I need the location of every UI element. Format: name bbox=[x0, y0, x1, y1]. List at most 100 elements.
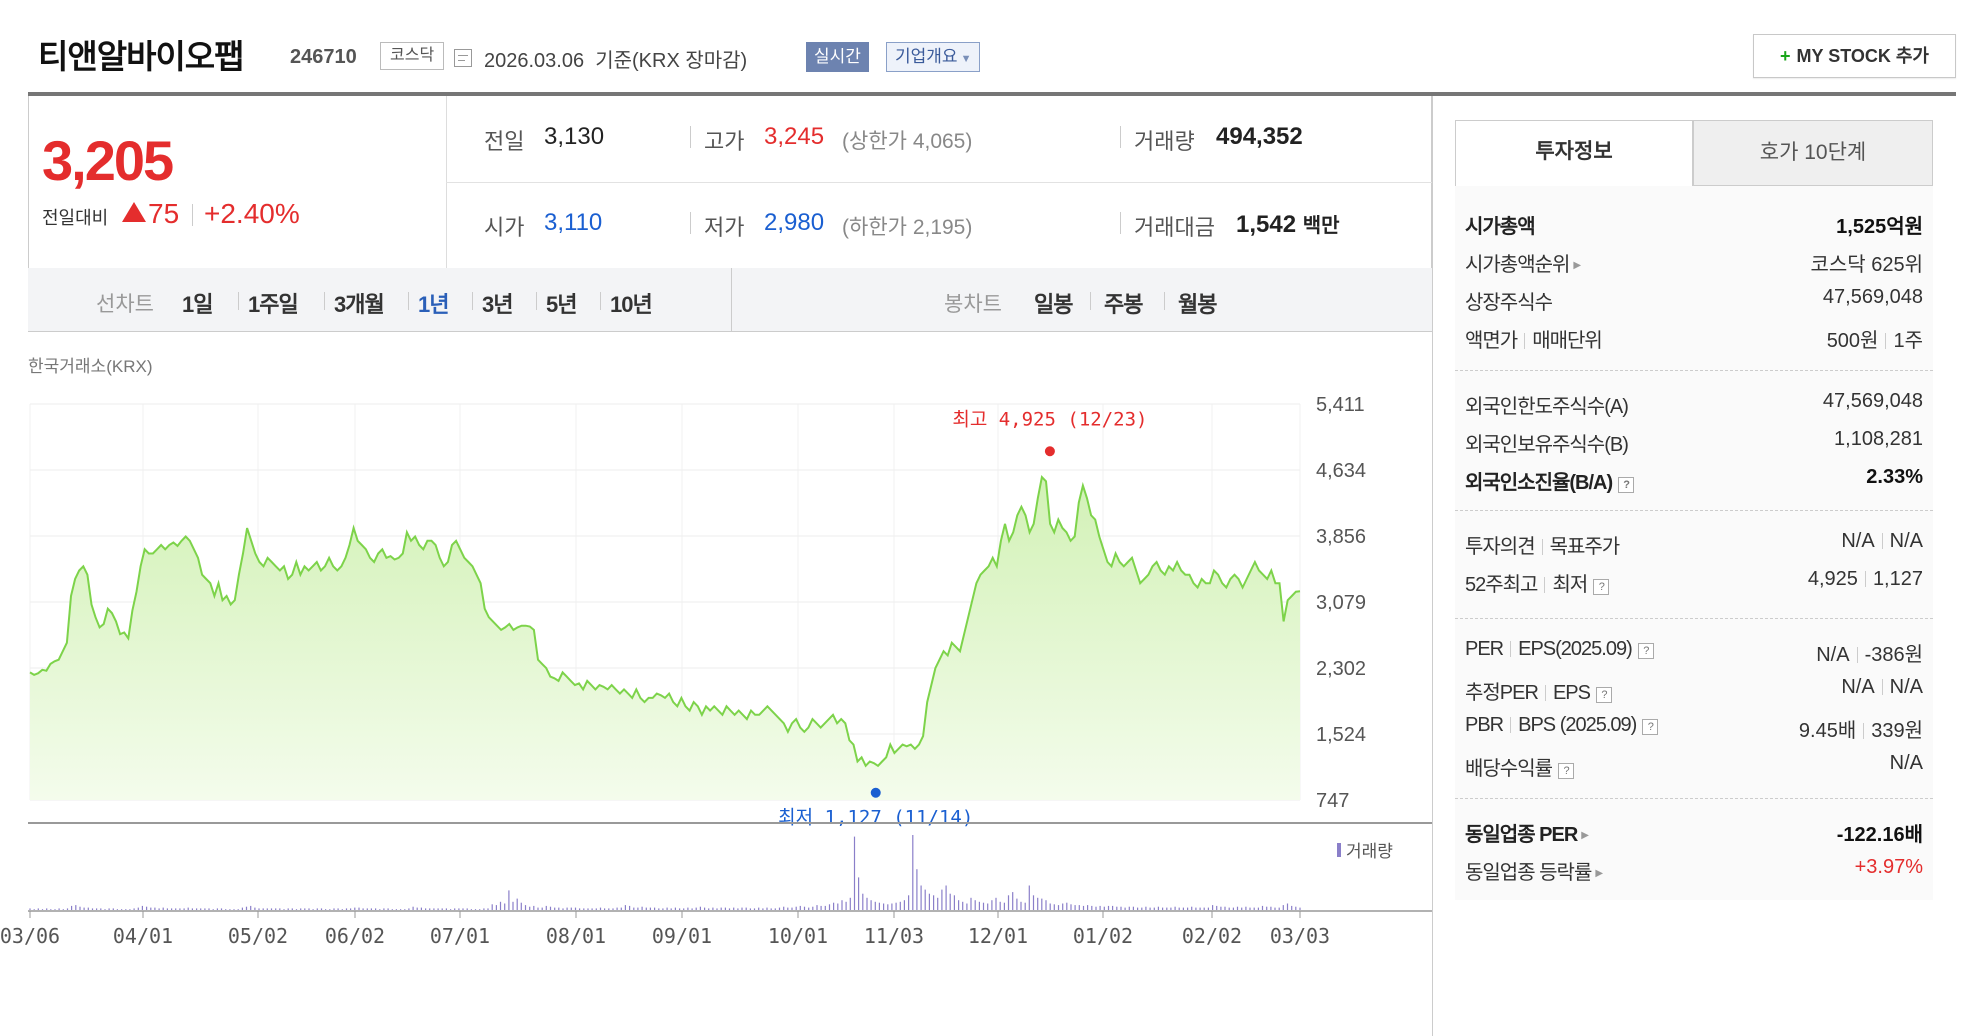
add-my-stock-button[interactable]: + MY STOCK 추가 bbox=[1753, 34, 1956, 78]
calendar-icon bbox=[454, 49, 472, 67]
info-label: 외국인보유주식수(B) bbox=[1465, 428, 1629, 457]
info-value-text: 4,925 bbox=[1807, 568, 1858, 590]
info-label: PER EPS(2025.09)? bbox=[1465, 638, 1654, 661]
help-icon[interactable]: ? bbox=[1595, 687, 1612, 703]
x-tick-label: 04/01 bbox=[113, 924, 173, 948]
low-label: 최저 1,127 (11/14) bbox=[778, 807, 973, 829]
label-separator bbox=[1510, 717, 1512, 733]
volume-legend: 거래량 bbox=[1346, 842, 1393, 861]
quote-separator bbox=[690, 212, 691, 234]
info-row: 외국인소진율(B/A)? 2.33% bbox=[1465, 466, 1923, 502]
info-value-text: 코스닥 625위 bbox=[1810, 254, 1923, 276]
info-label: PBR BPS (2025.09)? bbox=[1465, 714, 1659, 737]
period-6[interactable]: 10년 bbox=[610, 287, 653, 319]
info-label: 외국인한도주식수(A) bbox=[1465, 390, 1629, 419]
content-divider bbox=[1432, 96, 1433, 1036]
info-value-text: 1,108,281 bbox=[1834, 428, 1923, 450]
info-row: 동일업종 등락률 ▶ +3.97% bbox=[1465, 856, 1923, 892]
info-label-text: 추정PER bbox=[1465, 682, 1539, 704]
candle-period-1[interactable]: 주봉 bbox=[1104, 287, 1143, 319]
info-label: 52주최고 최저? bbox=[1465, 568, 1610, 597]
period-2[interactable]: 3개월 bbox=[334, 287, 385, 319]
info-value: +3.97% bbox=[1855, 856, 1923, 879]
info-value: 1,108,281 bbox=[1834, 428, 1923, 451]
arrow-right-icon[interactable]: ▶ bbox=[1595, 868, 1603, 879]
info-label: 동일업종 등락률 ▶ bbox=[1465, 856, 1603, 885]
info-value-text: N/A bbox=[1889, 676, 1923, 698]
period-3[interactable]: 1년 bbox=[418, 287, 450, 319]
volume-legend-swatch bbox=[1337, 843, 1341, 857]
info-value-text: 9.45배 bbox=[1798, 720, 1857, 742]
label-separator bbox=[1544, 577, 1546, 593]
y-tick-label: 747 bbox=[1316, 790, 1349, 812]
info-value-text: 47,569,048 bbox=[1822, 390, 1923, 412]
info-label-text: 매매단위 bbox=[1532, 330, 1603, 352]
info-value-text: -386원 bbox=[1864, 644, 1923, 666]
x-tick-label: 05/02 bbox=[228, 924, 288, 948]
info-label-text: PBR bbox=[1465, 714, 1504, 736]
period-separator bbox=[600, 292, 601, 310]
prev-close-label: 전일 bbox=[484, 129, 525, 154]
help-icon[interactable]: ? bbox=[1558, 763, 1574, 779]
price-area bbox=[30, 477, 1300, 800]
section-divider bbox=[1455, 510, 1933, 511]
info-value-text: 1,127 bbox=[1872, 568, 1923, 590]
info-value: N/A bbox=[1890, 752, 1923, 775]
help-icon[interactable]: ? bbox=[1593, 579, 1610, 595]
info-value-text: N/A bbox=[1889, 752, 1923, 774]
high-value: 3,245 bbox=[764, 123, 825, 150]
value-separator bbox=[1856, 647, 1858, 663]
info-value: 47,569,048 bbox=[1823, 390, 1923, 413]
period-5[interactable]: 5년 bbox=[546, 287, 578, 319]
arrow-right-icon[interactable]: ▶ bbox=[1573, 260, 1581, 271]
period-1[interactable]: 1주일 bbox=[248, 287, 299, 319]
help-icon[interactable]: ? bbox=[1618, 477, 1635, 493]
help-icon[interactable]: ? bbox=[1637, 643, 1654, 659]
candle-period-2[interactable]: 월봉 bbox=[1178, 287, 1217, 319]
info-label-text: 시가총액순위 bbox=[1465, 254, 1570, 276]
upper-limit-label: 상한가 bbox=[849, 130, 907, 153]
value-separator bbox=[1881, 533, 1883, 549]
section-divider bbox=[1455, 618, 1933, 619]
stock-code: 246710 bbox=[290, 46, 357, 68]
x-tick-label: 10/01 bbox=[768, 924, 828, 948]
current-price: 3,205 bbox=[42, 129, 174, 192]
realtime-button[interactable]: 실시간 bbox=[806, 42, 869, 72]
period-0[interactable]: 1일 bbox=[182, 287, 214, 319]
upper-limit-value: 4,065 bbox=[912, 130, 966, 153]
y-tick-label: 4,634 bbox=[1316, 460, 1366, 482]
info-value-text: 1,525억원 bbox=[1836, 216, 1923, 238]
tab-order-book[interactable]: 호가 10단계 bbox=[1693, 120, 1933, 186]
info-value: 9.45배 339원 bbox=[1799, 714, 1923, 743]
arrow-right-icon[interactable]: ▶ bbox=[1581, 830, 1589, 841]
volume-value: 494,352 bbox=[1216, 123, 1303, 150]
info-value: N/A N/A bbox=[1841, 530, 1923, 553]
tab-investment-info[interactable]: 투자정보 bbox=[1455, 120, 1693, 186]
help-icon[interactable]: ? bbox=[1642, 719, 1659, 735]
info-row: 동일업종 PER ▶ -122.16배 bbox=[1465, 818, 1923, 854]
label-separator bbox=[1510, 641, 1512, 657]
upper-limit: (상한가 4,065) bbox=[842, 130, 973, 153]
info-row: 시가총액순위 ▶ 코스닥 625위 bbox=[1465, 248, 1923, 284]
company-info-label: 기업개요 bbox=[895, 47, 958, 66]
low-label: 저가 bbox=[704, 215, 745, 240]
up-arrow-icon bbox=[122, 202, 146, 222]
value-separator bbox=[1864, 571, 1866, 587]
info-row: 시가총액 1,525억원 bbox=[1465, 210, 1923, 246]
info-value: 4,925 1,127 bbox=[1808, 568, 1923, 591]
period-4[interactable]: 3년 bbox=[482, 287, 514, 319]
period-separator bbox=[472, 292, 473, 310]
high-label: 최고 4,925 (12/23) bbox=[952, 408, 1147, 430]
info-label: 투자의견 목표주가 bbox=[1465, 530, 1620, 559]
change-percent: +2.40% bbox=[204, 198, 300, 229]
info-label-text: EPS bbox=[1552, 682, 1591, 704]
company-info-button[interactable]: 기업개요 ▼ bbox=[886, 42, 981, 72]
label-separator bbox=[1524, 333, 1526, 349]
info-label: 추정PER EPS? bbox=[1465, 676, 1612, 705]
info-label-text: 배당수익률 bbox=[1465, 758, 1553, 780]
info-row: 상장주식수 47,569,048 bbox=[1465, 286, 1923, 322]
candle-period-0[interactable]: 일봉 bbox=[1034, 287, 1073, 319]
x-tick-label: 01/02 bbox=[1073, 924, 1133, 948]
open-label: 시가 bbox=[484, 215, 525, 240]
info-row: 투자의견 목표주가 N/A N/A bbox=[1465, 530, 1923, 566]
